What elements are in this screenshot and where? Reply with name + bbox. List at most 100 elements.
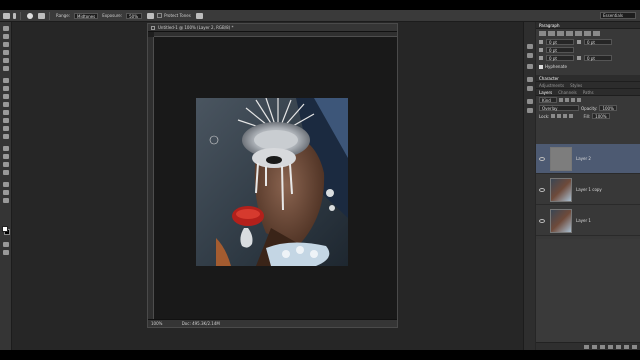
protect-tones-checkbox[interactable]	[157, 13, 163, 18]
quick-select-tool-icon[interactable]	[3, 50, 9, 55]
marquee-tool-icon[interactable]	[3, 34, 9, 39]
add-mask-icon[interactable]	[600, 344, 605, 349]
screen-mode-icon[interactable]	[3, 250, 9, 255]
filter-type-icon[interactable]	[571, 98, 575, 102]
link-layers-icon[interactable]	[584, 344, 589, 349]
pen-tool-icon[interactable]	[3, 146, 9, 151]
align-right-icon[interactable]	[557, 31, 564, 36]
brush-preset-icon[interactable]	[27, 12, 33, 19]
eraser-tool-icon[interactable]	[3, 110, 9, 115]
crop-tool-icon[interactable]	[3, 58, 9, 63]
eye-icon[interactable]	[539, 156, 545, 161]
brush-tool-icon[interactable]	[3, 86, 9, 91]
paths-tab[interactable]: Paths	[583, 89, 594, 95]
filter-shape-icon[interactable]	[577, 98, 581, 102]
indent-left-field[interactable]: 0 pt	[546, 39, 574, 45]
layer-name: Layer 1	[576, 218, 591, 223]
swatches-icon[interactable]	[527, 64, 533, 69]
character-tab[interactable]: Character	[539, 75, 559, 81]
type-tool-icon[interactable]	[3, 154, 9, 159]
space-before-field[interactable]: 0 pt	[546, 55, 574, 61]
clone-stamp-tool-icon[interactable]	[3, 94, 9, 99]
clone-source-icon[interactable]	[527, 86, 533, 91]
doc-size[interactable]: Doc: 495.3K/2.14M	[182, 321, 220, 326]
move-tool-icon[interactable]	[3, 26, 9, 31]
quick-mask-icon[interactable]	[3, 242, 9, 247]
eyedropper-tool-icon[interactable]	[3, 66, 9, 71]
lock-row: Lock: Fill: 100%	[536, 112, 640, 120]
pressure-icon[interactable]	[195, 12, 203, 19]
align-center-icon[interactable]	[548, 31, 555, 36]
fill-field[interactable]: 100%	[592, 113, 610, 119]
character-icon[interactable]	[527, 99, 533, 104]
document-tab[interactable]: Untitled-1 @ 100% (Layer 2, RGB/8) *	[148, 24, 397, 32]
blur-tool-icon[interactable]	[3, 126, 9, 131]
alignment-buttons	[536, 29, 640, 38]
layer-filter-select[interactable]: Kind	[539, 97, 557, 103]
adjustments-tab[interactable]: Adjustments	[539, 82, 564, 88]
gradient-tool-icon[interactable]	[3, 118, 9, 123]
justify-left-icon[interactable]	[566, 31, 573, 36]
filter-adjustment-icon[interactable]	[565, 98, 569, 102]
chevron-down-icon[interactable]	[13, 12, 16, 19]
filter-pixel-icon[interactable]	[559, 98, 563, 102]
history-brush-tool-icon[interactable]	[3, 102, 9, 107]
new-adjustment-icon[interactable]	[608, 344, 613, 349]
indent-right-field[interactable]: 0 pt	[584, 39, 612, 45]
layer-style-icon[interactable]	[592, 344, 597, 349]
zoom-tool-icon[interactable]	[3, 190, 9, 195]
align-left-icon[interactable]	[539, 31, 546, 36]
more-tools-icon[interactable]	[3, 198, 9, 203]
dodge-tool-icon[interactable]	[3, 134, 9, 139]
exposure-field[interactable]: 50%	[126, 12, 143, 19]
lasso-tool-icon[interactable]	[3, 42, 9, 47]
close-icon[interactable]	[151, 26, 155, 30]
delete-layer-icon[interactable]	[632, 344, 637, 349]
brush-icon[interactable]	[527, 77, 533, 82]
new-group-icon[interactable]	[616, 344, 621, 349]
history-icon[interactable]	[527, 44, 533, 49]
lock-transparent-icon[interactable]	[551, 114, 556, 118]
brush-panel-icon[interactable]	[38, 12, 45, 19]
channels-tab[interactable]: Channels	[558, 89, 577, 95]
lock-position-icon[interactable]	[563, 114, 568, 118]
layer-row[interactable]: Layer 2	[536, 144, 640, 174]
foreground-color-swatch[interactable]	[2, 226, 8, 232]
justify-center-icon[interactable]	[575, 31, 582, 36]
zoom-level[interactable]: 100%	[151, 321, 162, 326]
lock-all-icon[interactable]	[569, 114, 574, 118]
hyphenate-checkbox[interactable]	[539, 64, 543, 69]
opacity-field[interactable]: 100%	[599, 105, 617, 111]
blend-mode-select[interactable]: Overlay	[539, 105, 579, 111]
justify-all-icon[interactable]	[593, 31, 600, 36]
hand-tool-icon[interactable]	[3, 182, 9, 187]
paragraph-tab[interactable]: Paragraph	[539, 22, 560, 28]
healing-tool-icon[interactable]	[3, 78, 9, 83]
eye-icon[interactable]	[539, 187, 545, 192]
space-after-icon	[577, 56, 581, 60]
paragraph-panel-tab[interactable]: Paragraph	[536, 22, 640, 29]
layer-row[interactable]: Layer 1 copy	[536, 175, 640, 205]
first-line-indent-field[interactable]: 0 pt	[546, 47, 574, 53]
shape-tool-icon[interactable]	[3, 170, 9, 175]
airbrush-icon[interactable]	[147, 12, 155, 19]
character-panel-tab[interactable]: Character	[536, 75, 640, 82]
paragraph-icon[interactable]	[527, 108, 533, 113]
photoshop-window: Range: Midtones Exposure: 50% Protect To…	[0, 10, 640, 350]
new-layer-icon[interactable]	[624, 344, 629, 349]
range-select[interactable]: Midtones	[74, 12, 99, 19]
properties-icon[interactable]	[527, 53, 533, 58]
eye-icon[interactable]	[539, 218, 545, 223]
styles-tab[interactable]: Styles	[570, 82, 582, 88]
workspace-select[interactable]: Essentials	[600, 12, 636, 19]
canvas-image[interactable]	[196, 98, 348, 266]
justify-right-icon[interactable]	[584, 31, 591, 36]
layer-row[interactable]: Layer 1	[536, 206, 640, 236]
layer-thumbnail	[550, 208, 572, 233]
path-select-tool-icon[interactable]	[3, 162, 9, 167]
indent-right-icon	[577, 40, 581, 44]
layers-tab[interactable]: Layers	[539, 89, 552, 95]
dodge-tool-icon[interactable]	[3, 12, 10, 19]
lock-image-icon[interactable]	[557, 114, 562, 118]
space-after-field[interactable]: 0 pt	[584, 55, 612, 61]
